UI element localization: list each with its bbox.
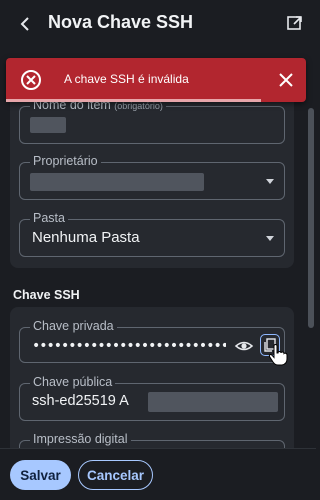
ssh-key-card: Chave privada ••••••••••••••••••••••••••… [10,307,294,448]
error-circle-icon [21,70,41,90]
error-toast: A chave SSH é inválida [6,58,306,102]
toast-message: A chave SSH é inválida [64,72,189,86]
folder-select[interactable]: Pasta Nenhuma Pasta [19,211,285,257]
close-icon [279,73,293,87]
hand-cursor-icon [268,344,288,366]
caret-down-icon [266,179,274,184]
public-key-field[interactable]: Chave pública ssh-ed25519 A [19,375,285,421]
save-button[interactable]: Salvar [10,460,71,490]
toggle-visibility-button[interactable] [234,336,254,356]
private-key-field[interactable]: Chave privada ••••••••••••••••••••••••••… [19,319,288,366]
toast-progress-bar [6,99,261,102]
redacted-value [30,173,204,191]
public-key-value: ssh-ed25519 A [32,393,129,409]
back-button[interactable] [14,12,36,36]
redacted-value [30,117,66,133]
popout-button[interactable] [286,14,304,32]
redacted-value [148,392,278,412]
toast-close-button[interactable] [276,70,296,90]
page-title: Nova Chave SSH [48,12,194,32]
scrollbar[interactable] [308,108,314,448]
popout-window-icon [287,16,302,30]
caret-down-icon [266,236,274,241]
header: Nova Chave SSH [0,0,316,48]
eye-icon [234,341,254,351]
ssh-key-heading: Chave SSH [13,288,80,302]
fingerprint-field[interactable]: Impressão digital [19,432,285,448]
private-key-label: Chave privada [30,319,117,333]
owner-select[interactable]: Proprietário [19,154,285,200]
public-key-label: Chave pública [30,375,116,389]
item-name-field[interactable]: Nome do item (obrigatório) [19,98,285,144]
owner-label: Proprietário [30,154,101,168]
private-key-masked: •••••••••••••••••••••••••••••••••••••••• [32,339,226,353]
fingerprint-label: Impressão digital [30,432,131,446]
form-scroll-area[interactable]: Nome do item (obrigatório) Proprietário … [0,48,316,448]
folder-label: Pasta [30,211,68,225]
cancel-button[interactable]: Cancelar [78,460,153,490]
chevron-left-icon [20,17,29,31]
footer-actions: Salvar Cancelar [0,448,316,500]
folder-value: Nenhuma Pasta [32,229,140,246]
scrollbar-thumb[interactable] [308,108,314,328]
